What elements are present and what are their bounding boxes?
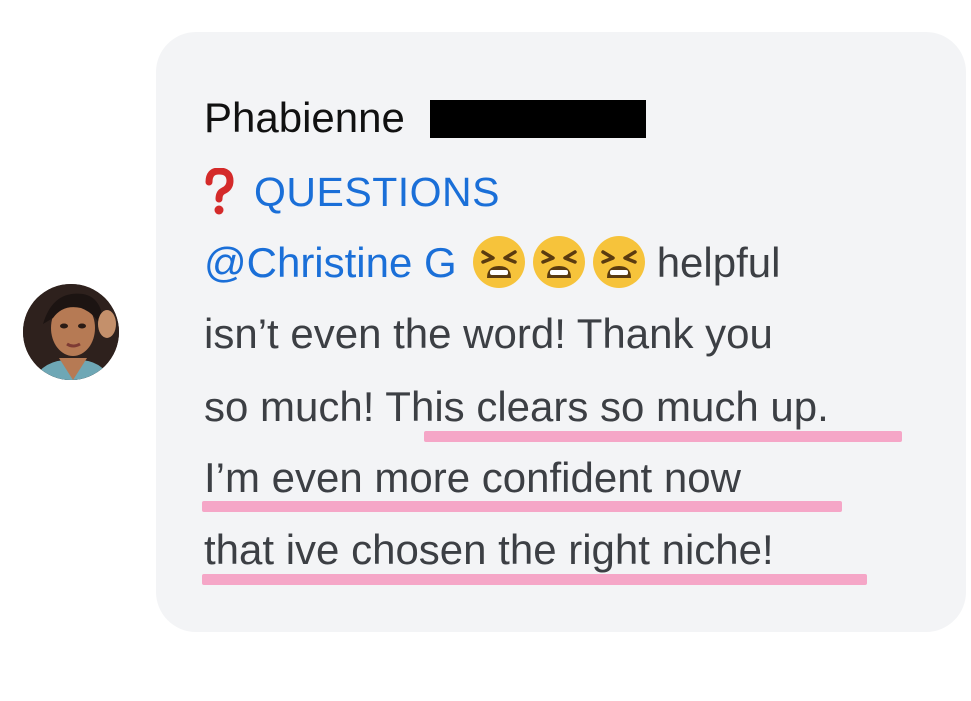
tag-label: QUESTIONS [254, 168, 500, 215]
message-line-5: that ive chosen the right niche! [204, 526, 774, 573]
tired-face-emoji-icon [472, 235, 525, 288]
avatar-photo [23, 284, 119, 380]
avatar[interactable] [23, 284, 119, 380]
redaction-bar [430, 100, 646, 138]
message-line-2: isn’t even the word! Thank you [204, 310, 773, 357]
sender-name[interactable]: Phabienne [204, 94, 405, 142]
message-line-1: @Christine G helpful [204, 234, 781, 294]
message-line-3: so much! This clears so much up. [204, 383, 829, 430]
message-text-1: helpful [656, 239, 781, 286]
red-question-mark-icon [205, 168, 234, 215]
message-bubble: Phabienne QUESTIONS @Christine G helpful… [156, 32, 966, 632]
questions-tag[interactable]: QUESTIONS [204, 166, 500, 218]
tired-face-emoji-icon [532, 235, 585, 288]
tired-face-emoji-icon [592, 235, 645, 288]
mention-link[interactable]: @Christine G [204, 239, 457, 286]
emoji-group [471, 234, 647, 290]
chat-message-screen: Phabienne QUESTIONS @Christine G helpful… [0, 0, 971, 701]
message-line-4: I’m even more confident now [204, 454, 741, 501]
